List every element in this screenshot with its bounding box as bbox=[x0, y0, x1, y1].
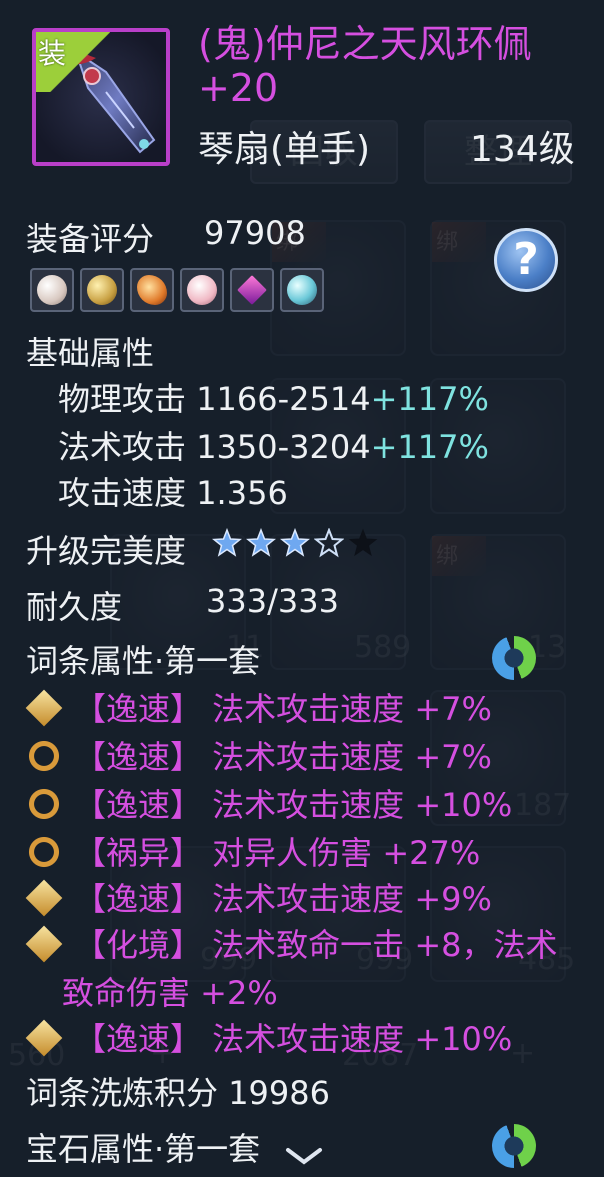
affix-row: 【逸速】 法术攻击速度 +7% bbox=[26, 732, 492, 778]
upgrade-stars bbox=[212, 528, 382, 558]
affix-text: 【逸速】 法术攻击速度 +7% bbox=[74, 738, 492, 776]
diamond-icon bbox=[25, 1019, 63, 1057]
refine-points-label: 词条洗炼积分 bbox=[26, 1074, 219, 1112]
affix-row: 【祸异】 对异人伤害 +27% bbox=[26, 828, 480, 874]
item-name: (鬼)仲尼之天风环佩 +20 bbox=[198, 22, 532, 110]
affix-row: 【化境】 法术致命一击 +8，法术 bbox=[25, 920, 558, 966]
star-empty-icon bbox=[348, 528, 378, 557]
durability-label: 耐久度 bbox=[26, 588, 123, 626]
affix-text-continuation: 致命伤害 +2% bbox=[62, 974, 278, 1012]
diamond-icon bbox=[25, 879, 63, 917]
affix-text: 【逸速】 法术攻击速度 +7% bbox=[74, 690, 492, 728]
star-filled-icon bbox=[280, 528, 310, 557]
score-label: 装备评分 bbox=[26, 220, 155, 258]
pink-pearl-gem-icon[interactable] bbox=[180, 268, 224, 312]
physical-attack-bonus: +117% bbox=[370, 380, 489, 418]
attack-speed-label: 攻击速度 bbox=[58, 474, 187, 512]
attack-speed-value: 1.356 bbox=[196, 474, 288, 512]
affix-text: 【逸速】 法术攻击速度 +10% bbox=[74, 786, 513, 824]
magic-attack-value: 1350-3204 bbox=[196, 428, 371, 466]
refine-points-value: 19986 bbox=[228, 1074, 330, 1112]
star-outline-icon bbox=[314, 528, 344, 558]
star-filled-icon bbox=[246, 528, 276, 557]
gold-orb-gem-icon[interactable] bbox=[80, 268, 124, 312]
durability-value: 333/333 bbox=[206, 582, 339, 620]
refine-points-row: 词条洗炼积分 19986 bbox=[26, 1068, 330, 1114]
affix-row: 【逸速】 法术攻击速度 +10% bbox=[26, 780, 512, 826]
chevron-down-icon[interactable] bbox=[284, 1146, 324, 1166]
magic-attack-label: 法术攻击 bbox=[58, 428, 187, 466]
affix-text: 【化境】 法术致命一击 +8，法术 bbox=[74, 926, 558, 964]
base-attributes-title: 基础属性 bbox=[26, 334, 155, 372]
swirl-icon bbox=[26, 834, 62, 870]
physical-attack-value: 1166-2514 bbox=[196, 380, 371, 418]
magic-attack-bonus: +117% bbox=[370, 428, 489, 466]
item-tooltip: 装 (鬼)仲尼之天风环佩 +20 琴扇(单手) 134级 装备评分 97908 … bbox=[0, 0, 604, 1177]
affix-text: 【祸异】 对异人伤害 +27% bbox=[74, 834, 481, 872]
item-type: 琴扇(单手) bbox=[198, 129, 371, 170]
affix-set-title: 词条属性·第一套 bbox=[26, 642, 261, 680]
magic-attack-row: 法术攻击 1350-3204+117% bbox=[58, 422, 489, 468]
affix-text: 【逸速】 法术攻击速度 +9% bbox=[74, 880, 492, 918]
attack-speed-row: 攻击速度 1.356 bbox=[58, 468, 288, 514]
diamond-icon bbox=[25, 689, 63, 727]
pearl-gem-icon[interactable] bbox=[30, 268, 74, 312]
purple-crystal-gem-icon[interactable] bbox=[230, 268, 274, 312]
affix-row: 【逸速】 法术攻击速度 +9% bbox=[25, 874, 492, 920]
gem-switch-refresh-icon[interactable] bbox=[492, 1124, 536, 1168]
item-icon: 装 bbox=[32, 28, 170, 166]
diamond-icon bbox=[25, 925, 63, 963]
equipped-tag: 装 bbox=[36, 32, 110, 92]
aqua-orb-gem-icon[interactable] bbox=[280, 268, 324, 312]
upgrade-perfection-label: 升级完美度 bbox=[26, 532, 187, 570]
affix-row: 【逸速】 法术攻击速度 +10% bbox=[25, 1014, 513, 1060]
swirl-icon bbox=[26, 738, 62, 774]
physical-attack-row: 物理攻击 1166-2514+117% bbox=[58, 374, 489, 420]
help-button[interactable]: ? bbox=[494, 228, 558, 292]
affix-switch-refresh-icon[interactable] bbox=[492, 636, 536, 680]
gem-set-title: 宝石属性·第一套 bbox=[26, 1130, 261, 1168]
star-filled-icon bbox=[212, 528, 242, 557]
affix-text: 【逸速】 法术攻击速度 +10% bbox=[74, 1020, 513, 1058]
physical-attack-label: 物理攻击 bbox=[58, 380, 187, 418]
swirl-icon bbox=[26, 786, 62, 822]
amber-gem-icon[interactable] bbox=[130, 268, 174, 312]
affix-row: 【逸速】 法术攻击速度 +7% bbox=[25, 684, 492, 730]
score-value: 97908 bbox=[204, 214, 306, 252]
item-level: 134级 bbox=[470, 129, 575, 170]
question-icon: ? bbox=[513, 234, 539, 285]
